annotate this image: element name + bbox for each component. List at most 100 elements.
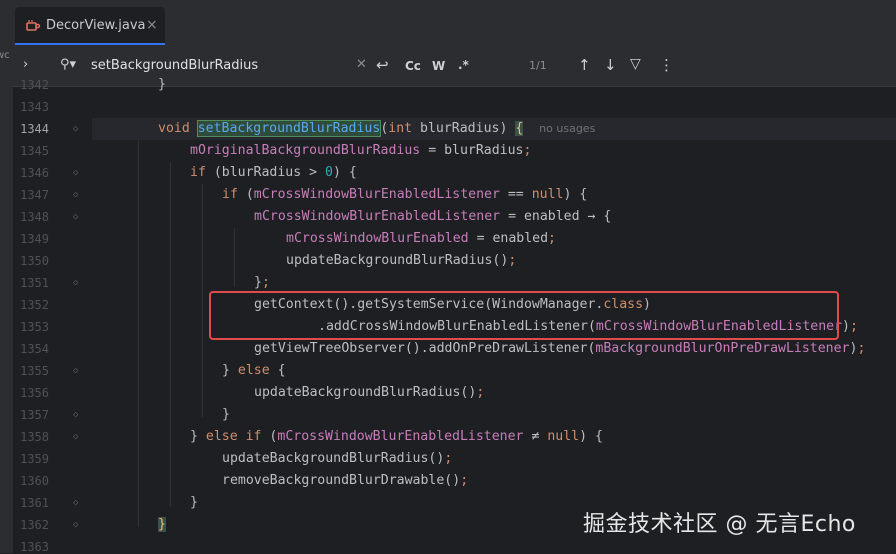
tab-decorview[interactable]: DecorView.java × <box>15 7 165 45</box>
line-number[interactable]: 1358 <box>13 430 49 444</box>
clear-icon[interactable]: ✕ <box>356 57 367 72</box>
code-token: if <box>222 187 246 202</box>
code-token: removeBackgroundBlurDrawable() <box>222 473 461 488</box>
indent-guide <box>202 184 203 417</box>
fold-marker-icon[interactable]: ◇ <box>73 124 78 134</box>
code-token: } <box>190 429 206 444</box>
code-line[interactable]: if (blurRadius > 0) { <box>190 162 357 184</box>
code-line[interactable]: getViewTreeObserver().addOnPreDrawListen… <box>254 338 865 360</box>
code-line[interactable]: void setBackgroundBlurRadius(int blurRad… <box>158 118 595 140</box>
more-icon[interactable]: ⋮ <box>659 56 674 74</box>
code-token: } <box>222 363 238 378</box>
fold-marker-icon[interactable]: ◇ <box>73 410 78 420</box>
line-number[interactable]: 1362 <box>13 518 49 532</box>
line-number[interactable]: 1343 <box>13 100 49 114</box>
code-token: ) <box>842 319 850 334</box>
line-number[interactable]: 1348 <box>13 210 49 224</box>
code-token: } <box>254 275 262 290</box>
line-number[interactable]: 1354 <box>13 342 49 356</box>
indent-guide <box>234 228 235 287</box>
fold-marker-icon[interactable]: ◇ <box>73 212 78 222</box>
code-token: ) { <box>563 187 588 202</box>
code-token: ; <box>857 341 866 356</box>
code-line[interactable]: } else if (mCrossWindowBlurEnabledListen… <box>190 426 603 448</box>
fold-marker-icon[interactable]: ◇ <box>73 278 78 288</box>
code-token: int <box>388 121 421 136</box>
line-number[interactable]: 1350 <box>13 254 49 268</box>
line-number[interactable]: 1361 <box>13 496 49 510</box>
line-gutter: 1342 1343 1344 ◇ 1345 1346 ◇ 1347 ◇ 1348 ◇ 1349 1350… <box>13 78 92 554</box>
code-line[interactable]: } <box>190 492 198 514</box>
code-token: { <box>277 363 286 378</box>
code-token: mCrossWindowBlurEnabledListener <box>253 187 500 202</box>
line-number[interactable]: 1360 <box>13 474 49 488</box>
line-number[interactable]: 1346 <box>13 166 49 180</box>
code-token: ; <box>261 275 270 290</box>
code-token: = enabled <box>468 231 549 246</box>
java-file-icon <box>26 20 41 31</box>
code-line[interactable]: updateBackgroundBlurRadius(); <box>254 382 484 404</box>
fold-marker-icon[interactable]: ◇ <box>73 168 78 178</box>
line-number[interactable]: 1345 <box>13 144 49 158</box>
match-count: 1/1 <box>529 59 547 72</box>
arrow-up-icon[interactable]: ↑ <box>578 56 591 74</box>
code-token: mCrossWindowBlurEnabledListener <box>254 209 501 224</box>
line-number[interactable]: 1359 <box>13 452 49 466</box>
code-token: ; <box>460 473 469 488</box>
close-icon[interactable]: × <box>146 17 158 33</box>
line-number[interactable]: 1355 <box>13 364 49 378</box>
code-token: mBackgroundBlurOnPreDrawListener <box>595 341 850 356</box>
line-number[interactable]: 1349 <box>13 232 49 246</box>
left-tool-panel[interactable]: wc <box>0 45 13 553</box>
filter-icon[interactable]: ▽ <box>630 56 641 72</box>
code-line[interactable]: } <box>222 404 230 426</box>
code-editor[interactable]: 1342 1343 1344 ◇ 1345 1346 ◇ 1347 ◇ 1348 ◇ 1349 1350… <box>13 77 896 554</box>
code-token: ) { <box>332 165 357 180</box>
regex-toggle[interactable]: .* <box>458 58 469 72</box>
fold-marker-icon[interactable]: ◇ <box>73 366 78 376</box>
code-token: ; <box>508 253 517 268</box>
fold-marker-icon[interactable]: ◇ <box>73 520 78 530</box>
code-token: blurRadius) <box>420 121 516 136</box>
left-panel-label: wc <box>0 50 10 61</box>
line-number[interactable]: 1363 <box>13 540 49 554</box>
line-number[interactable]: 1357 <box>13 408 49 422</box>
code-token: (blurRadius > <box>213 165 325 180</box>
code-line[interactable]: mCrossWindowBlurEnabledListener = enable… <box>254 206 611 228</box>
code-line[interactable]: } <box>158 74 166 96</box>
fold-marker-icon[interactable]: ◇ <box>73 498 78 508</box>
arrow-down-icon[interactable]: ↓ <box>604 56 617 74</box>
chevron-right-icon[interactable]: › <box>23 57 28 72</box>
code-line[interactable]: if (mCrossWindowBlurEnabledListener == n… <box>222 184 587 206</box>
code-token: = enabled → { <box>500 209 612 224</box>
code-line[interactable]: mCrossWindowBlurEnabled = enabled; <box>286 228 556 250</box>
code-line[interactable]: updateBackgroundBlurRadius(); <box>222 448 452 470</box>
code-line[interactable]: } else { <box>222 360 286 382</box>
line-number[interactable]: 1342 <box>13 78 49 92</box>
replace-icon[interactable]: ↩ <box>376 56 389 74</box>
fold-marker-icon[interactable]: ◇ <box>73 190 78 200</box>
code-token: null <box>531 187 564 202</box>
code-line[interactable]: mOriginalBackgroundBlurRadius = blurRadi… <box>190 140 531 162</box>
line-number[interactable]: 1344 <box>13 122 49 136</box>
line-number[interactable]: 1352 <box>13 298 49 312</box>
line-number[interactable]: 1351 <box>13 276 49 290</box>
whole-words-toggle[interactable]: W <box>432 59 445 73</box>
code-line[interactable]: } <box>158 514 166 536</box>
code-line[interactable]: removeBackgroundBlurDrawable(); <box>222 470 468 492</box>
code-token: ( <box>245 187 254 202</box>
fold-marker-icon[interactable]: ◇ <box>73 432 78 442</box>
match-case-toggle[interactable]: Cc <box>405 59 421 73</box>
code-line[interactable]: updateBackgroundBlurRadius(); <box>286 250 516 272</box>
code-token: } <box>158 77 166 92</box>
usage-hint: no usages <box>539 122 596 135</box>
line-number[interactable]: 1356 <box>13 386 49 400</box>
code-token: ≠ <box>523 429 548 444</box>
search-input[interactable]: setBackgroundBlurRadius <box>91 58 258 73</box>
annotation-box <box>209 291 839 340</box>
line-number[interactable]: 1347 <box>13 188 49 202</box>
line-number[interactable]: 1353 <box>13 320 49 334</box>
search-icon[interactable]: ⚲▾ <box>60 57 76 72</box>
code-token: } <box>158 517 166 532</box>
watermark: 掘金技术社区 @ 无言Echo <box>583 512 856 537</box>
